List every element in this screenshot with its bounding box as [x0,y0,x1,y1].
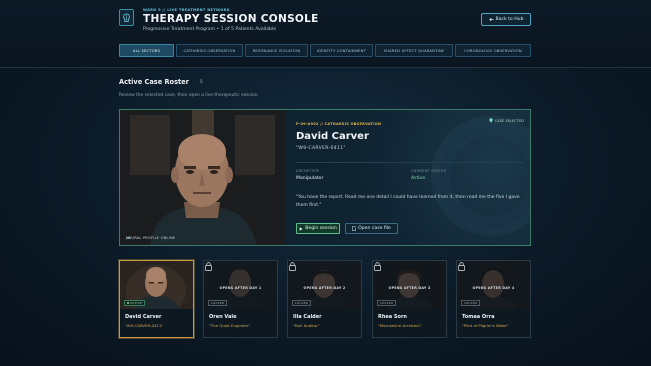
patient-card-david-carver[interactable]: ACTIVE David Carver "W9-CARVER-0411" [119,260,194,338]
status-badge-label: LOCKED [464,301,478,305]
file-icon [352,226,356,231]
patient-card-ilia-calder[interactable]: OPENS AFTER DAY 2 LOCKED Ilia Calder "Nu… [287,260,362,338]
info-divider [296,162,524,163]
arrow-left-icon [488,17,494,22]
case-selected-label: CASE SELECTED [494,118,524,123]
patient-card-name: Rhea Sorn [378,314,407,320]
pin-icon [489,118,493,123]
patient-card-name: David Carver [125,314,162,320]
patient-card-alias: "Morrowline Architect" [378,323,422,328]
begin-session-button[interactable]: Begin session [296,223,340,234]
patient-portrait-image [120,110,285,245]
tab-chronology-observation[interactable]: CHRONOLOGY OBSERVATION [455,44,531,57]
roster-section-description: Review the selected case, then open a li… [119,93,259,98]
tab-resonance-isolation[interactable]: RESONANCE ISOLATION [245,44,308,57]
roster-count: 5 [200,79,203,84]
status-badge: LOCKED [292,300,312,306]
patient-card-name: Oren Vale [209,314,237,320]
lock-icon [458,262,465,271]
patient-card-rhea-sorn[interactable]: OPENS AFTER DAY 3 LOCKED Rhea Sorn "Morr… [372,260,447,338]
patient-alias: "W9-CARVER-0411" [296,146,346,151]
page-title: THERAPY SESSION CONSOLE [143,13,319,25]
unlock-condition: OPENS AFTER DAY 3 [388,286,431,290]
patient-card-alias: "Pilot of Pilgrim's Wake" [462,323,509,328]
brain-icon [119,9,134,26]
header-eyebrow: WARD 9 // LIVE TREATMENT NETWORK [143,8,230,12]
lock-icon [374,262,381,271]
app-header: WARD 9 // LIVE TREATMENT NETWORK THERAPY… [0,0,651,68]
status-badge-label: LOCKED [211,301,225,305]
status-badge: LOCKED [208,300,228,306]
patient-card-name: Ilia Calder [293,314,322,320]
case-sector-tag: P-09-A902 // CATHARSIS OBSERVATION [296,122,382,126]
patient-name: David Carver [296,131,369,142]
patient-card-oren-vale[interactable]: OPENS AFTER DAY 1 LOCKED Oren Vale "The … [203,260,278,338]
tab-catharsis-observation[interactable]: CATHARSIS OBSERVATION [176,44,243,57]
active-dot-icon [127,302,129,304]
unlock-condition: OPENS AFTER DAY 1 [219,286,262,290]
unlock-condition: OPENS AFTER DAY 2 [303,286,346,290]
back-to-hub-button[interactable]: Back to Hub [481,13,531,26]
featured-case-panel: NEURAL PROFILE ONLINE P-09-A902 // CATHA… [119,109,531,246]
patient-card-alias: "W9-CARVER-0411" [125,323,164,328]
archetype-label: ARCHETYPE [296,169,320,173]
status-badge-label: ACTIVE [130,301,142,305]
status-badge-label: LOCKED [295,301,309,305]
play-icon [299,226,303,231]
tab-identity-containment[interactable]: IDENTITY CONTAINMENT [310,44,373,57]
patient-card-alias: "Null Auditor" [293,323,320,328]
neural-profile-label: NEURAL PROFILE ONLINE [126,236,176,240]
patient-quote: "You have the report. Read me one detail… [296,195,520,208]
patient-roster: ACTIVE David Carver "W9-CARVER-0411" OPE… [119,260,531,338]
background-ring-decoration [431,116,530,236]
signal-icon [126,236,131,240]
archetype-value: Manipulator [296,176,324,181]
status-badge-label: LOCKED [380,301,394,305]
case-info-panel: P-09-A902 // CATHARSIS OBSERVATION CASE … [285,110,530,245]
roster-section-title: Active Case Roster [119,78,189,86]
case-selected-badge: CASE SELECTED [489,118,524,123]
lock-icon [289,262,296,271]
tab-shared-affect-quarantine[interactable]: SHARED AFFECT QUARANTINE [375,44,453,57]
neural-profile-indicator: NEURAL PROFILE ONLINE [126,236,175,240]
status-badge: LOCKED [461,300,481,306]
open-case-file-button[interactable]: Open case file [345,223,398,234]
current-status-label: CURRENT STATUS [411,169,447,173]
patient-card-name: Tomaa Orra [462,314,495,320]
back-to-hub-label: Back to Hub [495,17,524,22]
current-status-value: Active [411,176,426,181]
unlock-condition: OPENS AFTER DAY 4 [472,286,515,290]
patient-card-tomaa-orra[interactable]: OPENS AFTER DAY 4 LOCKED Tomaa Orra "Pil… [456,260,531,338]
sector-tabs: ALL SECTORS CATHARSIS OBSERVATION RESONA… [119,44,531,57]
page-subtitle: Progressive Treatment Program • 1 of 5 P… [143,27,277,32]
patient-portrait: NEURAL PROFILE ONLINE [120,110,285,245]
lock-icon [205,262,212,271]
status-badge: LOCKED [377,300,397,306]
begin-session-label: Begin session [305,226,337,231]
status-badge: ACTIVE [124,300,145,306]
open-case-file-label: Open case file [358,226,391,231]
patient-card-alias: "The Quiet Engineer" [209,323,251,328]
tab-all-sectors[interactable]: ALL SECTORS [119,44,174,57]
